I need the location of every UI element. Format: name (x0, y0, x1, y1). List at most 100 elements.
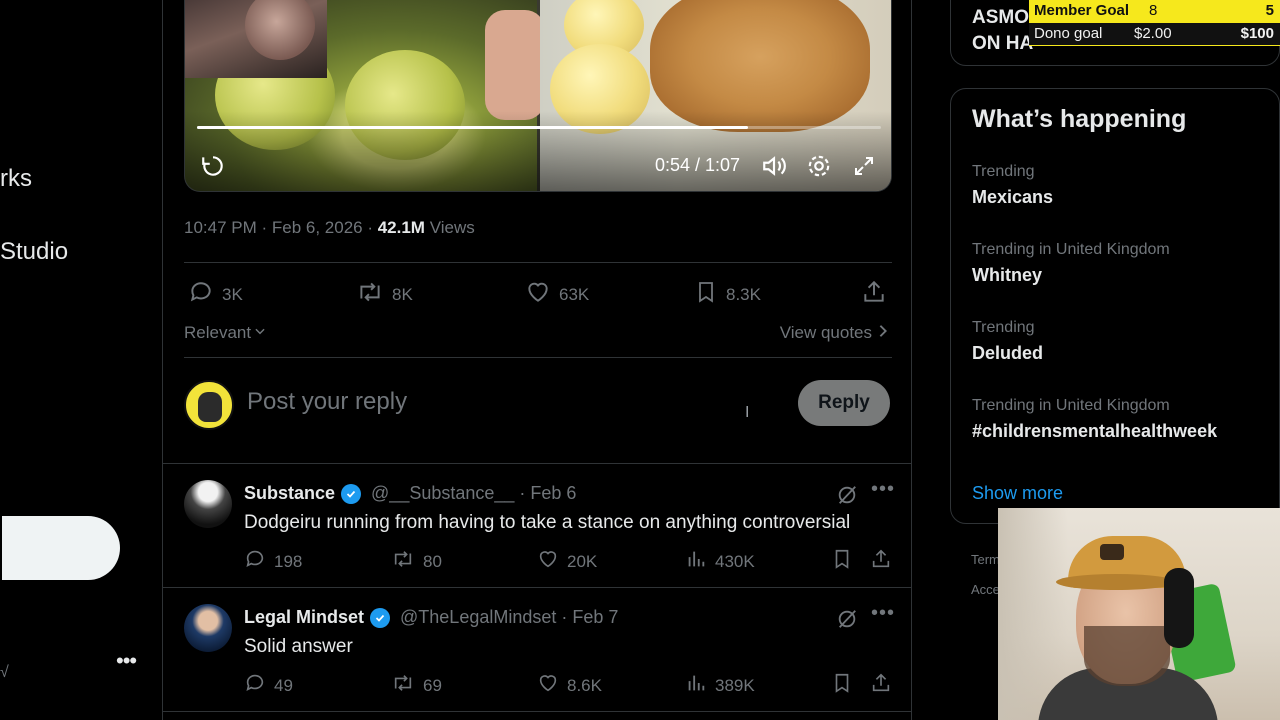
reply-author-name[interactable]: Substance (244, 483, 335, 504)
reply-count: 3K (222, 284, 243, 304)
trend-item[interactable]: Trending Deluded (972, 319, 1043, 364)
share-icon[interactable] (870, 548, 892, 575)
nav-item-creator-studio[interactable]: Studio (0, 238, 68, 266)
share-icon[interactable] (861, 279, 887, 305)
trend-topic: #childrensmentalhealthweek (972, 421, 1218, 441)
left-sidebar: rks Studio ••• √ (0, 0, 162, 720)
reply-views-action[interactable]: 389K (685, 672, 755, 699)
like-action[interactable]: 63K (525, 279, 589, 310)
member-goal-target: 5 (1265, 2, 1274, 19)
whats-happening-title: What’s happening (972, 105, 1187, 133)
repost-icon (356, 279, 384, 310)
member-goal-current: 8 (1149, 2, 1158, 19)
trend-topic: Deluded (972, 343, 1044, 363)
more-options-icon[interactable]: ••• (871, 602, 895, 625)
bookmark-icon[interactable] (831, 548, 853, 575)
avatar[interactable] (184, 380, 234, 430)
trend-context: Trending in United Kingdom (972, 397, 1170, 414)
post-button[interactable] (2, 516, 120, 580)
view-quotes-label: View quotes (779, 323, 872, 342)
footer-terms-link[interactable]: Term (971, 552, 1000, 567)
reply-repost-action[interactable]: 69 (391, 672, 442, 699)
more-options-icon[interactable]: ••• (871, 478, 895, 501)
reply-post[interactable]: Legal Mindset @TheLegalMindset · Feb 7 S… (163, 588, 912, 712)
reply-sort-dropdown[interactable]: Relevant (184, 323, 267, 343)
repost-count: 8K (392, 284, 413, 304)
repost-action[interactable]: 8K (356, 279, 413, 310)
video-progress-bar[interactable] (197, 126, 881, 129)
views-label: Views (424, 218, 475, 237)
avatar[interactable] (184, 480, 232, 528)
promo-line-1: ASMO (972, 7, 1029, 28)
reply-text: Solid answer (244, 636, 353, 657)
repost-icon (391, 548, 415, 575)
trend-item[interactable]: Trending in United Kingdom Whitney (972, 241, 1170, 286)
avatar[interactable] (184, 604, 232, 652)
member-goal-label: Member Goal (1034, 2, 1130, 19)
view-quotes-link[interactable]: View quotes (780, 323, 888, 343)
reply-like-action[interactable]: 20K (537, 548, 597, 575)
reply-reply-action[interactable]: 198 (244, 548, 302, 575)
reply-repost-action[interactable]: 80 (391, 548, 442, 575)
views-count: 389K (715, 675, 755, 695)
views-count: 42.1M (377, 218, 425, 237)
nav-item-bookmarks[interactable]: rks (0, 165, 32, 193)
heart-icon (525, 279, 551, 310)
reply-post[interactable]: Substance @__Substance__ · Feb 6 Dodgeir… (163, 464, 912, 588)
repost-count: 80 (423, 551, 442, 571)
bookmark-icon[interactable] (831, 672, 853, 699)
dono-goal-row: Dono goal $2.00 $100 (1029, 23, 1280, 45)
trend-item[interactable]: Trending Mexicans (972, 163, 1053, 208)
video-player[interactable]: 0:54 / 1:07 (184, 0, 892, 192)
verified-badge-icon (370, 607, 391, 628)
account-more-icon[interactable]: ••• (116, 648, 137, 674)
grok-icon[interactable] (836, 484, 858, 506)
mouse-cursor-icon: I (745, 404, 750, 421)
reply-action[interactable]: 3K (188, 279, 243, 310)
replay-icon[interactable] (199, 152, 227, 180)
dono-goal-current: $2.00 (1134, 25, 1172, 42)
reply-icon (244, 672, 266, 699)
account-switcher-edge: √ (0, 664, 9, 681)
reply-button[interactable]: Reply (798, 380, 890, 426)
headset-icon (1164, 568, 1194, 648)
reply-author-handle[interactable]: @TheLegalMindset · Feb 7 (400, 607, 618, 628)
like-count: 8.6K (567, 675, 602, 695)
reply-count: 49 (274, 675, 293, 695)
chevron-right-icon (878, 323, 888, 343)
stream-goal-overlay: Member Goal 8 5 Dono goal $2.00 $100 (1029, 0, 1280, 46)
post-action-bar: 3K 8K 63K 8.3K Relevant View quotes (184, 262, 892, 358)
video-time: 0:54 / 1:07 (655, 155, 741, 175)
reply-author-handle[interactable]: @__Substance__ · Feb 6 (371, 483, 576, 504)
fullscreen-icon[interactable] (850, 152, 878, 180)
trend-context: Trending (972, 163, 1035, 180)
grok-icon[interactable] (836, 608, 858, 630)
show-more-link[interactable]: Show more (972, 483, 1063, 504)
reply-views-action[interactable]: 430K (685, 548, 755, 575)
reply-like-action[interactable]: 8.6K (537, 672, 602, 699)
trend-topic: Whitney (972, 265, 1042, 285)
main-column: 0:54 / 1:07 10:47 PM · Feb 6, 2026 · 42.… (162, 0, 912, 720)
views-count: 430K (715, 551, 755, 571)
footer-accessibility-link[interactable]: Acce (971, 582, 1000, 597)
reply-author-name[interactable]: Legal Mindset (244, 607, 364, 628)
reply-reply-action[interactable]: 49 (244, 672, 293, 699)
share-icon[interactable] (870, 672, 892, 699)
reply-icon (244, 548, 266, 575)
repost-icon (391, 672, 415, 699)
analytics-icon (685, 548, 707, 575)
heart-icon (537, 548, 559, 575)
bookmark-action[interactable]: 8.3K (694, 279, 761, 310)
settings-icon[interactable] (805, 152, 833, 180)
repost-count: 69 (423, 675, 442, 695)
heart-icon (537, 672, 559, 699)
verified-badge-icon (341, 483, 362, 504)
post-timestamp-views: 10:47 PM · Feb 6, 2026 · 42.1M Views (184, 218, 475, 238)
post-timestamp[interactable]: 10:47 PM · Feb 6, 2026 · (184, 218, 378, 237)
bookmark-icon (694, 279, 718, 310)
reply-input[interactable]: Post your reply (247, 388, 407, 416)
dono-goal-label: Dono goal (1034, 25, 1103, 42)
trend-item[interactable]: Trending in United Kingdom #childrensmen… (972, 397, 1217, 442)
volume-icon[interactable] (760, 152, 788, 180)
trend-topic: Mexicans (972, 187, 1054, 207)
